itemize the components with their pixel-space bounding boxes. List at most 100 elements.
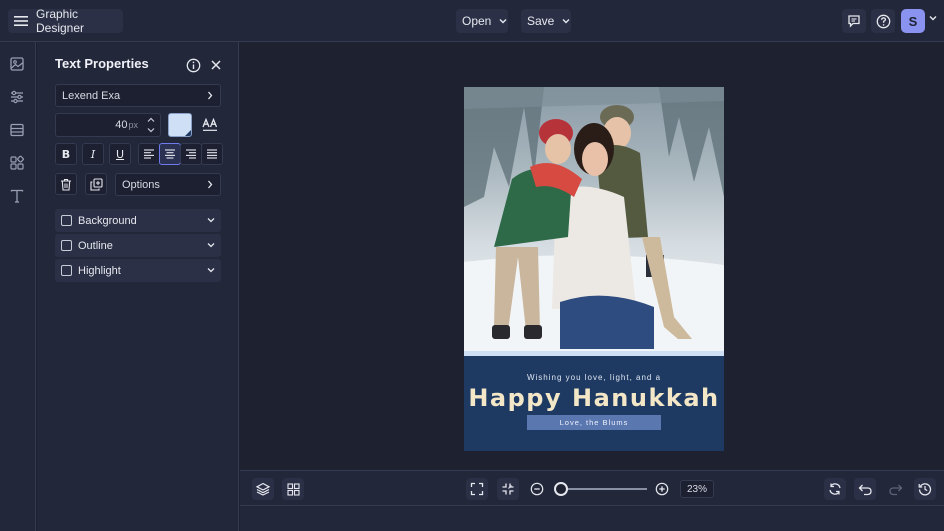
delete-button[interactable] <box>55 173 77 195</box>
zoom-slider-track[interactable] <box>561 488 647 490</box>
layers-button[interactable] <box>252 478 274 500</box>
accordion-label: Outline <box>78 239 113 252</box>
font-family-value: Lexend Exa <box>62 89 121 102</box>
close-button[interactable] <box>204 53 228 77</box>
italic-button[interactable]: I <box>82 143 104 165</box>
font-family-select[interactable]: Lexend Exa <box>55 84 221 107</box>
zoom-out-icon <box>530 482 544 496</box>
align-left-button[interactable] <box>138 143 160 165</box>
chevron-down-icon <box>207 267 215 273</box>
grid-icon <box>286 482 300 496</box>
card-headline[interactable]: Happy Hanukkah <box>464 384 724 412</box>
fit-to-screen-button[interactable] <box>466 478 488 500</box>
card-greeting-line[interactable]: Wishing you love, light, and a <box>464 373 724 382</box>
redo-icon <box>888 483 903 496</box>
family-photo[interactable] <box>464 87 724 351</box>
user-avatar[interactable]: S <box>901 9 925 33</box>
canvas-workspace[interactable]: Wishing you love, light, and a Happy Han… <box>240 42 944 470</box>
italic-icon: I <box>90 147 96 161</box>
sliders-icon[interactable] <box>8 88 26 106</box>
outline-accordion[interactable]: Outline <box>55 234 221 257</box>
align-justify-icon <box>206 149 218 159</box>
options-label: Options <box>122 178 160 191</box>
shapes-icon[interactable] <box>8 154 26 172</box>
zoom-level-input[interactable]: 23% <box>680 480 714 498</box>
shrink-button[interactable] <box>497 478 519 500</box>
zoom-in-button[interactable] <box>651 478 673 500</box>
chevron-right-icon <box>207 91 213 100</box>
align-right-icon <box>185 149 197 159</box>
save-button[interactable]: Save <box>521 9 571 33</box>
accordion-label: Highlight <box>78 264 121 277</box>
highlight-accordion[interactable]: Highlight <box>55 259 221 282</box>
stepper-up-icon[interactable] <box>147 117 155 123</box>
info-button[interactable] <box>181 53 205 77</box>
text-case-button[interactable] <box>198 113 222 137</box>
stepper-down-icon[interactable] <box>147 127 155 133</box>
refresh-icon <box>828 482 842 496</box>
hamburger-icon <box>14 15 28 27</box>
save-label: Save <box>527 14 555 28</box>
image-icon[interactable] <box>8 55 26 73</box>
font-size-unit: px <box>128 120 138 130</box>
text-color-swatch[interactable] <box>168 113 192 137</box>
duplicate-button[interactable] <box>85 173 107 195</box>
zoom-in-icon <box>655 482 669 496</box>
align-left-icon <box>143 149 155 159</box>
align-center-button[interactable] <box>159 143 181 165</box>
font-size-value: 40 <box>115 119 128 131</box>
expand-icon <box>470 482 484 496</box>
open-button[interactable]: Open <box>456 9 508 33</box>
comments-button[interactable] <box>842 9 866 33</box>
background-accordion[interactable]: Background <box>55 209 221 232</box>
undo-icon <box>858 483 873 496</box>
close-icon <box>210 59 222 71</box>
chevron-down-icon <box>562 18 570 24</box>
zoom-out-button[interactable] <box>526 478 548 500</box>
bottom-toolbar: 23% <box>240 470 944 506</box>
underline-button[interactable]: U <box>109 143 131 165</box>
align-center-icon <box>164 149 176 159</box>
app-title: Graphic Designer <box>36 7 85 35</box>
text-case-icon <box>202 118 218 132</box>
background-checkbox[interactable] <box>61 215 72 226</box>
font-size-input[interactable]: 40 px <box>55 113 161 137</box>
top-bar: Graphic Designer Open Save S <box>0 0 944 42</box>
refresh-button[interactable] <box>824 478 846 500</box>
card-signoff[interactable]: Love, the Blums <box>527 415 661 430</box>
info-icon <box>186 58 201 73</box>
align-justify-button[interactable] <box>201 143 223 165</box>
undo-button[interactable] <box>854 478 876 500</box>
trash-icon <box>60 178 72 191</box>
history-button[interactable] <box>914 478 936 500</box>
chevron-down-icon <box>207 217 215 223</box>
chat-icon <box>847 14 861 28</box>
tool-rail <box>0 42 36 531</box>
redo-button[interactable] <box>884 478 906 500</box>
chevron-down-icon <box>207 242 215 248</box>
underline-icon: U <box>115 147 125 161</box>
grid-button[interactable] <box>282 478 304 500</box>
design-card[interactable]: Wishing you love, light, and a Happy Han… <box>464 87 724 451</box>
help-icon <box>876 14 891 29</box>
text-properties-panel: Text Properties Lexend Exa 40 px B I U O… <box>37 42 239 531</box>
chevron-right-icon <box>207 180 213 189</box>
options-button[interactable]: Options <box>115 173 221 196</box>
zoom-slider-handle[interactable] <box>554 482 568 496</box>
app-menu-button[interactable]: Graphic Designer <box>8 7 123 35</box>
layout-icon[interactable] <box>8 121 26 139</box>
accent-strip <box>464 351 724 356</box>
shrink-icon <box>501 482 515 496</box>
history-icon <box>918 482 932 496</box>
text-icon[interactable] <box>8 187 26 205</box>
highlight-checkbox[interactable] <box>61 265 72 276</box>
bold-icon: B <box>61 147 71 161</box>
footer-bar <box>240 506 944 531</box>
align-right-button[interactable] <box>180 143 202 165</box>
bold-button[interactable]: B <box>55 143 77 165</box>
duplicate-icon <box>89 177 103 191</box>
accordion-label: Background <box>78 214 137 227</box>
outline-checkbox[interactable] <box>61 240 72 251</box>
chevron-down-icon[interactable] <box>929 15 937 21</box>
help-button[interactable] <box>871 9 895 33</box>
